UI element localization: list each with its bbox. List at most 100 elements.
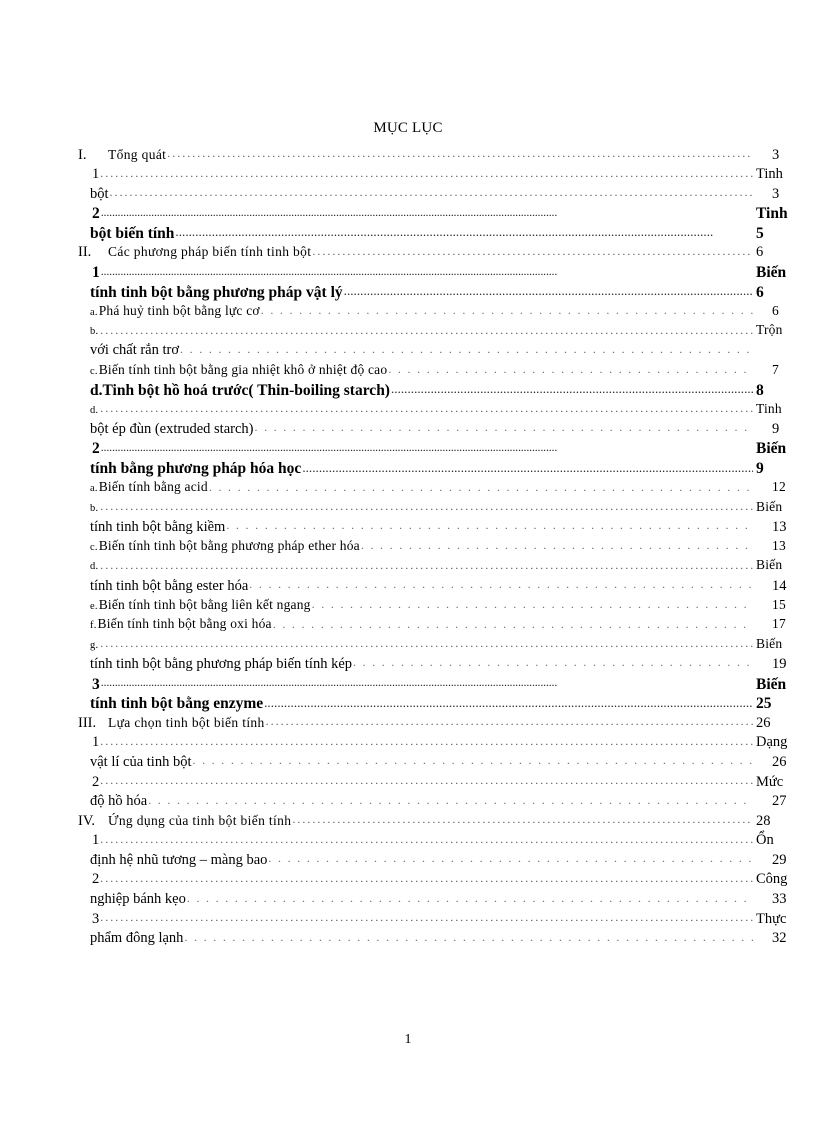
dot-leader: [187, 889, 753, 904]
toc-entry[interactable]: g. Biến: [0, 634, 816, 654]
toc-entry[interactable]: f.Biến tính tinh bột bằng oxi hóa 17: [0, 614, 816, 634]
toc-entry-page: Biến: [756, 557, 783, 573]
toc-entry-label: Biến tính tinh bột bằng oxi hóa: [97, 616, 272, 632]
toc-entry[interactable]: 2 Tinh: [0, 203, 816, 223]
dot-leader: [209, 478, 753, 492]
toc-entry[interactable]: bột biến tính 5: [0, 222, 816, 242]
page-title: MỤC LỤC: [373, 120, 443, 136]
toc-entry-page: 26: [772, 753, 787, 770]
dot-leader: [292, 810, 753, 825]
toc-entry-label: Biến tính tinh bột bằng liên kết ngang: [98, 596, 311, 612]
toc-entry-marker: c.: [90, 365, 98, 377]
dot-leader: [261, 301, 753, 315]
toc-entry-page: Công: [756, 871, 788, 888]
dot-leader: [101, 203, 753, 219]
toc-entry-page: 9: [756, 460, 764, 477]
toc-entry-page: 13: [772, 518, 787, 535]
toc-entry-label: tính tinh bột bằng kiềm: [90, 518, 226, 535]
toc-entry[interactable]: 1 Ổn: [0, 830, 816, 850]
toc-entry[interactable]: 2 Mức: [0, 771, 816, 791]
footer-page-number: 1: [404, 1032, 412, 1047]
toc-entry-marker: d.: [90, 404, 99, 416]
toc-entry[interactable]: vật lí của tinh bột 26: [0, 751, 816, 771]
toc-entry[interactable]: 2 Biến: [0, 438, 816, 458]
toc-entry[interactable]: 2 Công: [0, 869, 816, 889]
toc-entry[interactable]: tính tinh bột bằng phương pháp vật lý 6: [0, 281, 816, 301]
toc-entry[interactable]: 3 Thực: [0, 908, 816, 928]
toc-entry[interactable]: c. Biến tính tinh bột bằng phương pháp et…: [0, 536, 816, 556]
toc-entry-page: 13: [772, 537, 786, 553]
toc-entry[interactable]: d. Biến: [0, 555, 816, 575]
toc-entry-marker: a.: [90, 483, 98, 495]
toc-entry[interactable]: tính bằng phương pháp hóa học 9: [0, 458, 816, 478]
dot-leader: [361, 536, 753, 550]
toc-entry[interactable]: b. Biến: [0, 497, 816, 517]
toc-entry-label: Biến tính tinh bột bằng gia nhiệt khô ở …: [98, 361, 388, 377]
toc-entry-page: 8: [756, 381, 764, 399]
toc-entry-label: bột ép đùn (extruded starch): [90, 420, 254, 437]
toc-entry[interactable]: a.Phá huỷ tinh bột bằng lực cơ 6: [0, 301, 816, 321]
toc-entry-page: Biến: [756, 498, 783, 514]
toc-entry-label: bột biến tính: [90, 224, 175, 242]
toc-entry[interactable]: tính tinh bột bằng phương pháp biến tính…: [0, 653, 816, 673]
toc-entry-page: Tinh: [756, 205, 788, 223]
dot-leader: [148, 791, 753, 806]
toc-entry[interactable]: IV. Ứng dụng của tinh bột biến tính 28: [0, 810, 816, 830]
dot-leader: [100, 732, 753, 747]
toc-entry-page: 14: [772, 577, 787, 594]
toc-entry-marker: b.: [90, 326, 99, 338]
toc-entry[interactable]: bột ép đùn (extruded starch) 9: [0, 418, 816, 438]
toc-entry-marker: e.: [90, 600, 98, 612]
toc-entry-page: 5: [756, 224, 764, 242]
dot-leader: [100, 908, 753, 923]
toc-entry[interactable]: II. Các phương pháp biến tính tinh bột 6: [0, 242, 816, 262]
toc-entry[interactable]: e. Biến tính tinh bột bằng liên kết ngang…: [0, 595, 816, 615]
dot-leader: [100, 399, 753, 413]
toc-entry-label: 2: [92, 773, 100, 790]
toc-entry[interactable]: d. Tinh: [0, 399, 816, 419]
toc-entry-page: Tinh: [756, 166, 783, 183]
toc-entry[interactable]: nghiệp bánh kẹo 33: [0, 889, 816, 909]
toc-entry-label: 2: [92, 440, 100, 458]
toc-entry-page: 25: [756, 695, 772, 713]
toc-entry-page: 29: [772, 851, 787, 868]
toc-entry-label: bột: [90, 185, 109, 202]
dot-leader: [101, 262, 753, 278]
toc-entry[interactable]: 1 Dạng: [0, 732, 816, 752]
toc-entry-marker: a.: [90, 306, 98, 318]
toc-entry-label: 1: [92, 264, 100, 282]
toc-entry-marker: IV.: [78, 812, 96, 829]
toc-entry-page: Biến: [756, 635, 783, 651]
toc-entry[interactable]: tính tinh bột bằng enzyme 25: [0, 693, 816, 713]
toc-entry[interactable]: III. Lựa chọn tinh bột biến tính 26: [0, 712, 816, 732]
toc-entry-page: 7: [772, 361, 779, 377]
toc-entry-marker: c.: [90, 541, 98, 553]
dot-leader: [388, 360, 753, 374]
toc-entry-label: độ hồ hóa: [90, 793, 148, 810]
toc-entry-label: nghiệp bánh kẹo: [90, 891, 186, 908]
dot-leader: [266, 712, 753, 727]
toc-entry[interactable]: 1 Tinh: [0, 164, 816, 184]
toc-entry-marker: f.: [90, 620, 97, 632]
toc-entry[interactable]: b. Trộn: [0, 320, 816, 340]
dot-leader: [180, 340, 753, 355]
toc-entry[interactable]: độ hồ hóa 27: [0, 791, 816, 811]
toc-entry[interactable]: I. Tổng quát 3: [0, 144, 816, 164]
toc-entry[interactable]: 3 Biến: [0, 673, 816, 693]
dot-leader: [254, 418, 753, 433]
toc-entry[interactable]: 1 Biến: [0, 262, 816, 282]
toc-entry[interactable]: định hệ nhũ tương – màng bao 29: [0, 849, 816, 869]
dot-leader: [101, 438, 753, 454]
toc-entry[interactable]: với chất rắn trơ: [0, 340, 816, 360]
toc-entry[interactable]: c. Biến tính tinh bột bằng gia nhiệt khô …: [0, 360, 816, 380]
toc-entry[interactable]: phẩm đông lạnh 32: [0, 928, 816, 948]
toc-entry[interactable]: d.Tinh bột hồ hoá trước( Thin-boiling st…: [0, 379, 816, 399]
toc-entry-page: 9: [772, 420, 780, 437]
toc-entry-label: tính tinh bột bằng enzyme: [90, 695, 264, 713]
toc-entry-label: Biến tính tinh bột bằng phương pháp ethe…: [98, 537, 360, 553]
toc-entry[interactable]: bột 3: [0, 183, 816, 203]
toc-entry-page: 27: [772, 793, 787, 810]
toc-entry[interactable]: a.Biến tính bằng acid 12: [0, 477, 816, 497]
toc-entry[interactable]: tính tinh bột bằng ester hóa 14: [0, 575, 816, 595]
toc-entry[interactable]: tính tinh bột bằng kiềm 13: [0, 516, 816, 536]
